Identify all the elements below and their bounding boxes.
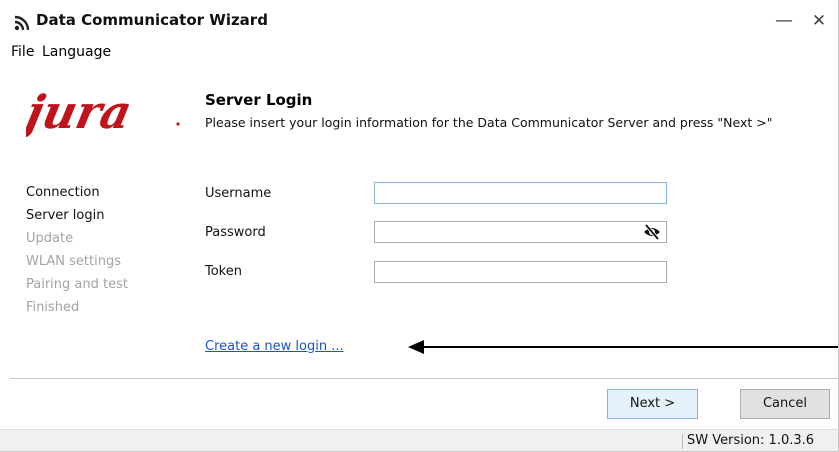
- eye-slash-icon[interactable]: [643, 224, 661, 240]
- cancel-button[interactable]: Cancel: [740, 389, 830, 419]
- software-version: SW Version: 1.0.3.6: [687, 433, 815, 448]
- token-label: Token: [205, 264, 242, 279]
- create-login-link[interactable]: Create a new login ...: [205, 339, 344, 354]
- annotation-arrow: [408, 340, 838, 354]
- minimize-button[interactable]: —: [770, 8, 798, 34]
- button-bar: Next > Cancel: [10, 379, 838, 429]
- jura-logo: jura: [26, 84, 180, 139]
- window-title: Data Communicator Wizard: [36, 11, 268, 29]
- wizard-steps: Connection Server login Update WLAN sett…: [26, 181, 128, 319]
- title-bar: Data Communicator Wizard — ✕: [0, 0, 838, 40]
- menu-bar: File Language: [0, 40, 838, 66]
- menu-file[interactable]: File: [11, 44, 34, 60]
- page-description: Please insert your login information for…: [205, 115, 773, 130]
- username-field-frame: [374, 182, 667, 205]
- step-update: Update: [26, 231, 74, 246]
- token-input[interactable]: [378, 263, 642, 284]
- username-input[interactable]: [378, 184, 642, 205]
- step-connection: Connection: [26, 185, 100, 200]
- status-separator: [682, 434, 683, 449]
- next-button[interactable]: Next >: [607, 389, 698, 419]
- token-field-frame: [374, 261, 667, 284]
- password-input[interactable]: [378, 223, 642, 244]
- password-label: Password: [205, 225, 266, 240]
- close-button[interactable]: ✕: [805, 8, 833, 34]
- status-bar: SW Version: 1.0.3.6: [0, 429, 838, 451]
- wireless-signal-icon: [14, 15, 30, 31]
- password-field-frame: [374, 221, 667, 244]
- step-pairing-and-test: Pairing and test: [26, 277, 128, 292]
- menu-language[interactable]: Language: [42, 44, 111, 60]
- step-finished: Finished: [26, 300, 80, 315]
- wizard-window: Data Communicator Wizard — ✕ File Langua…: [0, 0, 839, 452]
- svg-text:jura: jura: [26, 84, 137, 138]
- page-title: Server Login: [205, 91, 313, 109]
- step-server-login: Server login: [26, 208, 105, 223]
- username-label: Username: [205, 186, 272, 201]
- step-wlan-settings: WLAN settings: [26, 254, 121, 269]
